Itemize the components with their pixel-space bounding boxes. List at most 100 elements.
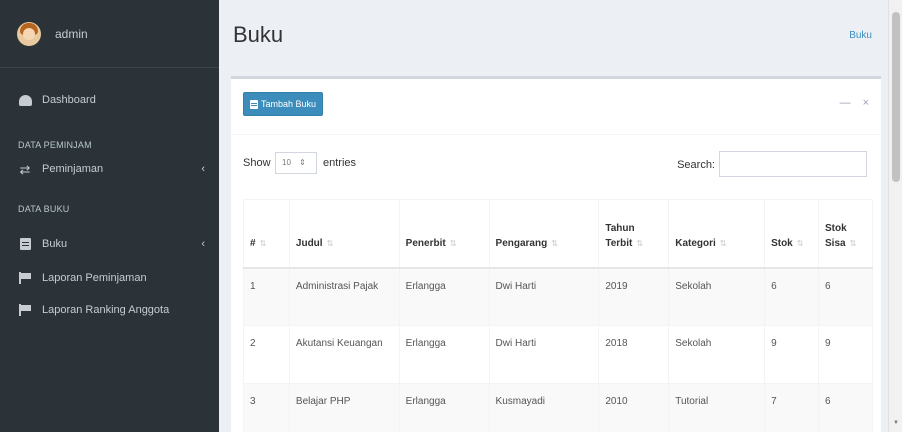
- sidebar-item-peminjaman[interactable]: ⇄ Peminjaman ‹: [0, 156, 219, 182]
- table-cell: Kusmayadi: [488, 383, 600, 432]
- menu-header-peminjaman: DATA PEMINJAM: [18, 140, 92, 150]
- column-header[interactable]: Penerbit ⇅: [398, 199, 490, 269]
- page-scrollbar[interactable]: ▼: [888, 0, 902, 432]
- box-tools: — ×: [840, 97, 869, 109]
- table-cell: Erlangga: [398, 325, 490, 384]
- table-row: 3 Belajar PHP Erlangga Kusmayadi 2010 Tutoria…: [243, 383, 873, 432]
- exchange-icon: ⇄: [19, 161, 31, 177]
- table-cell: 7: [764, 383, 820, 432]
- table-cell: Erlangga: [398, 383, 490, 432]
- table-cell: 2019: [598, 267, 670, 326]
- column-header[interactable]: # ⇅: [243, 199, 290, 269]
- entries-select-value: 10: [282, 158, 291, 167]
- table-cell: Belajar PHP: [288, 383, 400, 432]
- select-arrows-icon: ⇕: [299, 158, 306, 167]
- table-cell: 2018: [598, 325, 670, 384]
- column-header-label: Terbit: [605, 237, 633, 249]
- column-header[interactable]: Kategori ⇅: [668, 199, 766, 269]
- table-cell: Administrasi Pajak: [288, 267, 400, 326]
- table-cell: Sekolah: [668, 267, 766, 326]
- column-header-label: Judul: [295, 237, 323, 249]
- remove-button[interactable]: ×: [863, 97, 869, 109]
- search-label: Search:: [677, 159, 715, 171]
- book-icon: [18, 238, 32, 250]
- dashboard-icon: [18, 94, 32, 106]
- sort-icon: ⇅: [551, 238, 558, 248]
- column-header-label: Pengarang: [495, 237, 548, 249]
- sort-icon: ⇅: [259, 238, 267, 248]
- column-header[interactable]: Tahun Terbit ⇅: [598, 199, 670, 269]
- sidebar-item-label: Laporan Peminjaman: [42, 272, 147, 284]
- sort-icon: ⇅: [636, 238, 644, 248]
- table-body: 1 Administrasi Pajak Erlangga Dwi Harti 2019…: [243, 267, 873, 432]
- books-box: Tambah Buku — × Show 10 ⇕ entries Search…: [231, 76, 881, 432]
- flag-icon: [18, 272, 32, 284]
- page-title: Buku: [233, 22, 284, 47]
- table-cell: 6: [818, 267, 873, 326]
- box-header: Tambah Buku — ×: [231, 79, 881, 135]
- table-header-row: # ⇅ Judul ⇅ Penerbit ⇅ Pengarang ⇅ Tahun Terbit ⇅ K…: [243, 199, 873, 269]
- sidebar-item-buku[interactable]: Buku ‹: [0, 226, 219, 262]
- books-table: # ⇅ Judul ⇅ Penerbit ⇅ Pengarang ⇅ Tahun Terbit ⇅ K…: [243, 199, 873, 432]
- sidebar-item-laporan-peminjaman[interactable]: Laporan Peminjaman: [0, 262, 219, 294]
- column-header[interactable]: Stok Sisa ⇅: [818, 199, 873, 269]
- content-wrapper: Buku Buku Tambah Buku — × Show 10 ⇕ entr…: [219, 0, 902, 432]
- user-name: admin: [55, 26, 88, 41]
- sidebar-item-label: Laporan Ranking Anggota: [42, 304, 170, 316]
- table-cell: Akutansi Keuangan: [288, 325, 400, 384]
- table-cell: Erlangga: [398, 267, 490, 326]
- scroll-down-icon[interactable]: ▼: [893, 420, 899, 426]
- column-header[interactable]: Stok ⇅: [764, 199, 820, 269]
- column-header[interactable]: Judul ⇅: [288, 199, 400, 269]
- sidebar-item-label: Buku: [42, 238, 68, 250]
- scrollbar-thumb[interactable]: [892, 12, 900, 182]
- sidebar-item-label: Dashboard: [42, 94, 96, 106]
- flag-icon: [18, 304, 32, 316]
- column-header[interactable]: Pengarang ⇅: [488, 199, 600, 269]
- sort-icon: ⇅: [796, 238, 804, 248]
- user-panel: admin: [0, 0, 219, 68]
- chevron-left-icon: ‹: [201, 238, 205, 250]
- entries-select[interactable]: 10 ⇕: [275, 152, 317, 174]
- sort-icon: ⇅: [849, 238, 857, 248]
- table-controls: Show 10 ⇕ entries Search:: [243, 151, 869, 177]
- breadcrumb[interactable]: Buku: [849, 30, 872, 41]
- add-book-label: Tambah Buku: [261, 99, 317, 109]
- sidebar-item-dashboard[interactable]: Dashboard: [0, 82, 219, 118]
- column-header-label: Kategori: [675, 237, 716, 249]
- table-row: 2 Akutansi Keuangan Erlangga Dwi Harti 2018 S…: [243, 325, 873, 384]
- table-cell: 6: [818, 383, 873, 432]
- table-cell: 2010: [598, 383, 670, 432]
- sidebar-item-label: Peminjaman: [42, 163, 104, 175]
- table-cell: 9: [818, 325, 873, 384]
- search-input[interactable]: [719, 151, 867, 177]
- table-cell: 2: [243, 325, 290, 384]
- table-row: 1 Administrasi Pajak Erlangga Dwi Harti 2019…: [243, 267, 873, 326]
- column-header-label: Stok: [771, 237, 793, 249]
- table-cell: 3: [243, 383, 290, 432]
- column-header-label: Sisa: [825, 237, 846, 249]
- show-label: Show: [243, 157, 271, 169]
- column-header-label: Stok: [825, 222, 847, 234]
- collapse-button[interactable]: —: [840, 97, 851, 109]
- add-book-button[interactable]: Tambah Buku: [243, 92, 324, 116]
- sort-icon: ⇅: [326, 238, 334, 248]
- table-cell: 1: [243, 267, 290, 326]
- table-cell: Sekolah: [668, 325, 766, 384]
- sidebar: admin Dashboard DATA PEMINJAM ⇄ Peminjam…: [0, 0, 219, 432]
- table-cell: 6: [764, 267, 820, 326]
- sort-icon: ⇅: [719, 238, 727, 248]
- table-cell: 9: [764, 325, 820, 384]
- menu-header-buku: DATA BUKU: [18, 204, 70, 214]
- table-cell: Tutorial: [668, 383, 766, 432]
- table-cell: Dwi Harti: [488, 267, 600, 326]
- chevron-left-icon: ‹: [201, 163, 205, 175]
- sort-icon: ⇅: [449, 238, 457, 248]
- sidebar-item-laporan-ranking[interactable]: Laporan Ranking Anggota: [0, 294, 219, 326]
- column-header-label: Tahun: [605, 222, 635, 234]
- column-header-label: Penerbit: [405, 237, 446, 249]
- entries-label: entries: [323, 157, 357, 169]
- table-cell: Dwi Harti: [488, 325, 600, 384]
- avatar: [17, 21, 41, 46]
- column-header-label: #: [250, 237, 256, 249]
